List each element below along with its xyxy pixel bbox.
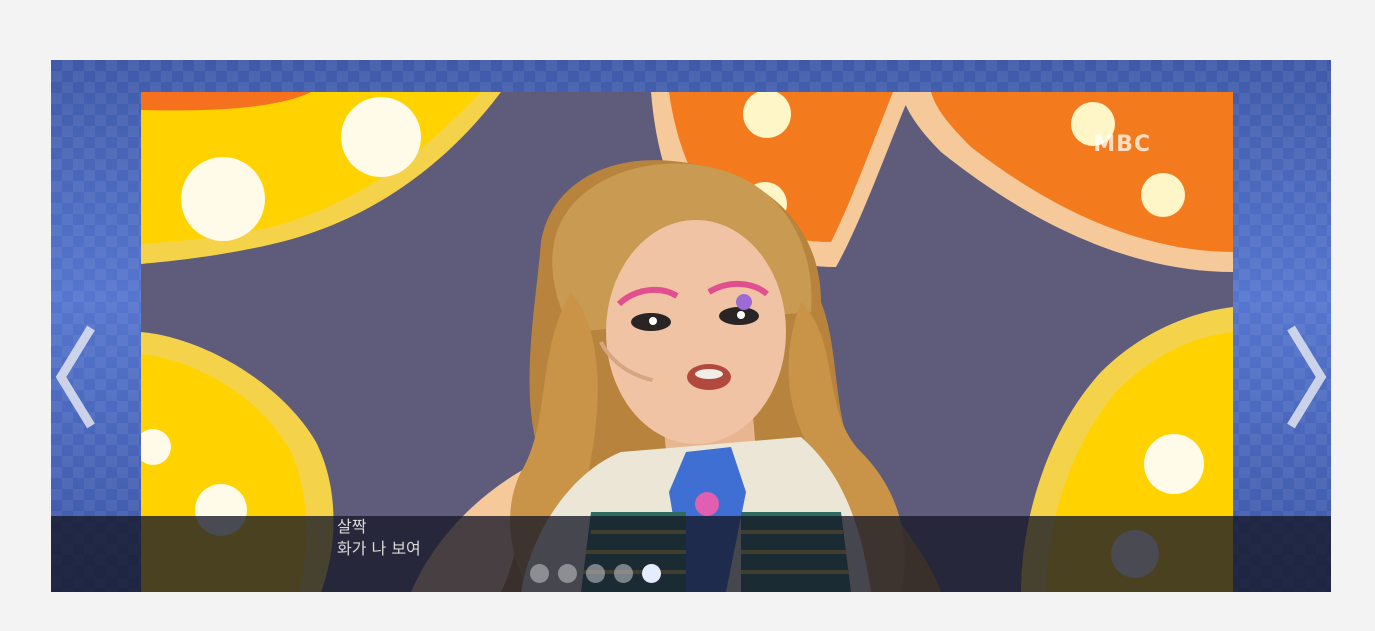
broadcaster-watermark: MBC [1093,132,1151,157]
pagination-dot[interactable] [586,564,605,583]
chevron-left-icon[interactable] [51,322,101,432]
next-slide-button[interactable] [1281,322,1331,432]
pagination-dot[interactable] [642,564,661,583]
chevron-right-icon[interactable] [1281,322,1331,432]
image-slider: MBC 살짝 화가 나 보여 [51,60,1331,592]
subtitle-line-1: 살짝 [337,517,367,536]
previous-slide-button[interactable] [51,322,101,432]
pagination-dots [530,564,661,583]
pagination-dot[interactable] [614,564,633,583]
subtitle-line-2: 화가 나 보여 [337,539,421,558]
caption-bar: 살짝 화가 나 보여 [51,516,1331,592]
subtitle-caption: 살짝 화가 나 보여 [337,516,421,560]
pagination-dot[interactable] [558,564,577,583]
pagination-dot[interactable] [530,564,549,583]
